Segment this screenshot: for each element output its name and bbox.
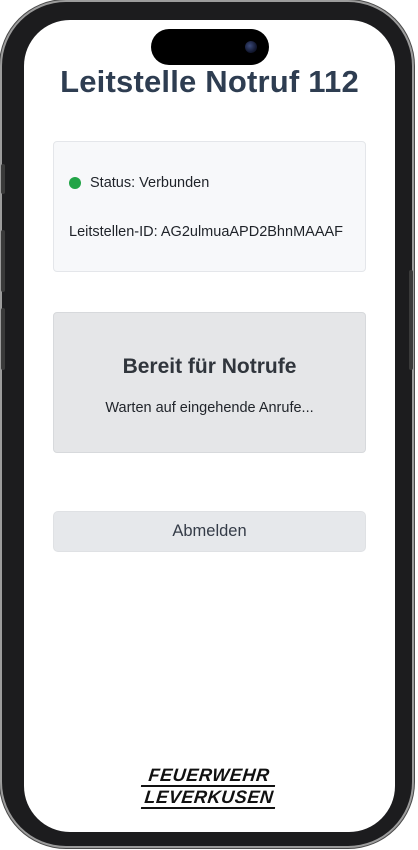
front-camera-icon [245,41,257,53]
status-card: Status: Verbunden Leitstellen-ID: AG2ulm… [53,141,366,272]
ready-subtext: Warten auf eingehende Anrufe... [105,400,314,416]
logo-line-2: LEVERKUSEN [140,787,278,809]
connection-status: Status: Verbunden [69,175,209,191]
dynamic-island [151,29,269,65]
phone-frame: Leitstelle Notruf 112 Status: Verbunden … [1,2,413,846]
status-label: Status: Verbunden [90,175,210,191]
ready-heading: Bereit für Notrufe [122,355,297,378]
page-title: Leitstelle Notruf 112 [60,64,359,99]
action-button [1,164,5,194]
power-button [409,270,413,370]
feuerwehr-leverkusen-logo: FEUERWEHR LEVERKUSEN [140,765,278,810]
app-screen: Leitstelle Notruf 112 Status: Verbunden … [24,20,395,832]
status-indicator-icon [69,177,81,189]
station-id-label: Leitstellen-ID: AG2ulmuaAPD2BhnMAAAF [69,224,344,240]
volume-down-button [1,308,5,370]
ready-panel: Bereit für Notrufe Warten auf eingehende… [53,312,366,453]
logo-line-1: FEUERWEHR [140,765,278,787]
logout-button[interactable]: Abmelden [53,511,366,552]
volume-up-button [1,230,5,292]
